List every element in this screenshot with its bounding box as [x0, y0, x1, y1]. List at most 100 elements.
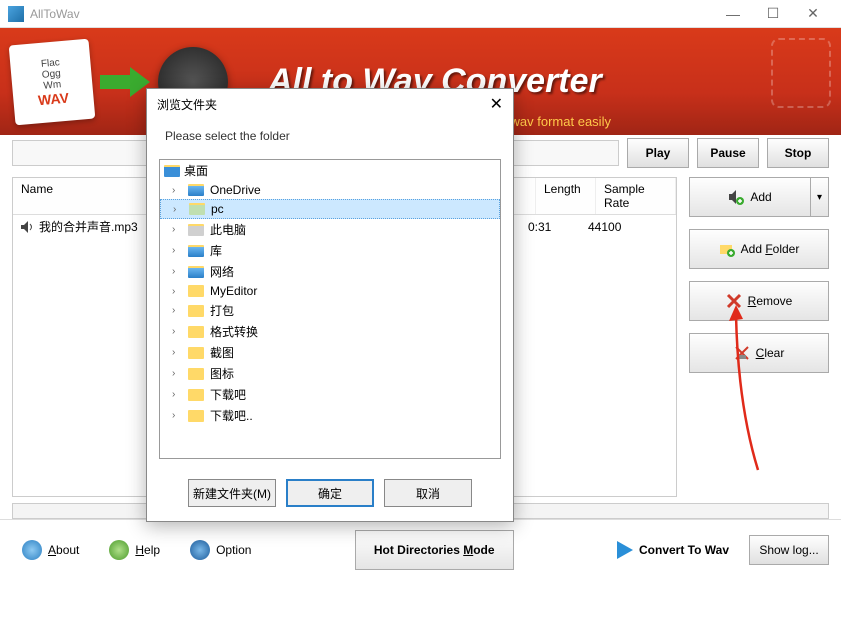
desktop-icon [164, 165, 180, 177]
side-buttons: Add ▾ Add Folder Remove Clear [689, 177, 829, 497]
tree-label: 下载吧 [210, 386, 246, 403]
tree-item[interactable]: › 图标 [160, 363, 500, 384]
expand-icon[interactable]: › [173, 204, 183, 215]
sound-icon [21, 221, 35, 233]
folder-icon [188, 224, 204, 236]
expand-icon[interactable]: › [172, 305, 182, 316]
col-rate[interactable]: Sample Rate [596, 178, 676, 214]
convert-button[interactable]: Convert To Wav [607, 530, 739, 570]
minimize-button[interactable]: — [713, 2, 753, 26]
tree-item[interactable]: › 格式转换 [160, 321, 500, 342]
new-folder-button[interactable]: 新建文件夹(M) [188, 479, 276, 507]
play-icon [617, 541, 633, 559]
browse-folder-dialog: 浏览文件夹 ✕ Please select the folder 桌面 › One… [146, 88, 514, 522]
dialog-close-button[interactable]: ✕ [490, 94, 503, 114]
folder-icon [188, 326, 204, 338]
pause-button[interactable]: Pause [697, 138, 759, 168]
remove-icon [726, 293, 742, 309]
tree-label: 此电脑 [210, 221, 246, 238]
window-title: AllToWav [30, 7, 713, 21]
help-button[interactable]: Help [99, 530, 170, 570]
row-rate: 44100 [588, 220, 668, 234]
play-button[interactable]: Play [627, 138, 689, 168]
expand-icon[interactable]: › [172, 245, 182, 256]
close-button[interactable]: ✕ [793, 2, 833, 26]
folder-plus-icon [719, 241, 735, 257]
tree-label: 网络 [210, 263, 234, 280]
tree-label: OneDrive [210, 183, 261, 197]
tree-item[interactable]: › 此电脑 [160, 219, 500, 240]
app-icon [8, 6, 24, 22]
folder-tree[interactable]: 桌面 ›OneDrive›pc›此电脑›库›网络›MyEditor›打包›格式转… [159, 159, 501, 459]
expand-icon[interactable]: › [172, 389, 182, 400]
folder-icon [188, 389, 204, 401]
titlebar: AllToWav — ☐ ✕ [0, 0, 841, 28]
folder-icon [188, 410, 204, 422]
tree-item[interactable]: › 打包 [160, 300, 500, 321]
expand-icon[interactable]: › [172, 286, 182, 297]
expand-icon[interactable]: › [172, 224, 182, 235]
tree-item[interactable]: › pc [160, 199, 500, 219]
tree-item[interactable]: › MyEditor [160, 282, 500, 300]
maximize-button[interactable]: ☐ [753, 2, 793, 26]
speaker-plus-icon [728, 189, 744, 205]
cancel-button[interactable]: 取消 [384, 479, 472, 507]
add-folder-button[interactable]: Add Folder [689, 229, 829, 269]
show-log-button[interactable]: Show log... [749, 535, 829, 565]
decor-icon [771, 38, 831, 108]
hot-directories-button[interactable]: Hot Directories Mode [355, 530, 514, 570]
option-label: Option [216, 543, 251, 557]
folder-icon [188, 266, 204, 278]
stop-button[interactable]: Stop [767, 138, 829, 168]
clear-button[interactable]: Clear [689, 333, 829, 373]
add-dropdown[interactable]: ▾ [811, 177, 829, 217]
expand-icon[interactable]: › [172, 326, 182, 337]
folder-icon [188, 368, 204, 380]
tree-label: MyEditor [210, 284, 257, 298]
ok-button[interactable]: 确定 [286, 479, 374, 507]
arrow-icon [100, 67, 150, 97]
clear-icon [734, 345, 750, 361]
about-button[interactable]: About [12, 530, 89, 570]
folder-icon [188, 245, 204, 257]
tree-label: pc [211, 202, 224, 216]
add-button[interactable]: Add [689, 177, 811, 217]
add-label: Add [750, 190, 771, 204]
tree-item[interactable]: › OneDrive [160, 181, 500, 199]
tree-item[interactable]: › 截图 [160, 342, 500, 363]
bottom-bar: About Help Option Hot Directories Mode C… [0, 519, 841, 580]
help-icon [109, 540, 129, 560]
folder-icon [188, 305, 204, 317]
source-formats-icon: Flac Ogg Wm WAV [9, 38, 96, 125]
convert-label: Convert To Wav [639, 543, 729, 557]
tree-label: 库 [210, 242, 222, 259]
dialog-message: Please select the folder [147, 119, 513, 153]
gear-icon [190, 540, 210, 560]
dialog-title: 浏览文件夹 [157, 96, 217, 113]
tree-item[interactable]: › 下载吧.. [160, 405, 500, 426]
tree-root[interactable]: 桌面 [160, 160, 500, 181]
remove-button[interactable]: Remove [689, 281, 829, 321]
dialog-titlebar[interactable]: 浏览文件夹 ✕ [147, 89, 513, 119]
tree-item[interactable]: › 下载吧 [160, 384, 500, 405]
tree-label: 格式转换 [210, 323, 258, 340]
tree-label: 打包 [210, 302, 234, 319]
expand-icon[interactable]: › [172, 347, 182, 358]
folder-icon [188, 184, 204, 196]
row-length: 0:31 [528, 220, 588, 234]
tree-label: 图标 [210, 365, 234, 382]
tree-item[interactable]: › 网络 [160, 261, 500, 282]
expand-icon[interactable]: › [172, 410, 182, 421]
expand-icon[interactable]: › [172, 266, 182, 277]
col-length[interactable]: Length [536, 178, 596, 214]
tree-label: 下载吧.. [210, 407, 253, 424]
expand-icon[interactable]: › [172, 185, 182, 196]
tree-label: 截图 [210, 344, 234, 361]
expand-icon[interactable]: › [172, 368, 182, 379]
tree-item[interactable]: ›库 [160, 240, 500, 261]
option-button[interactable]: Option [180, 530, 261, 570]
folder-icon [188, 347, 204, 359]
folder-icon [189, 203, 205, 215]
folder-icon [188, 285, 204, 297]
info-icon [22, 540, 42, 560]
